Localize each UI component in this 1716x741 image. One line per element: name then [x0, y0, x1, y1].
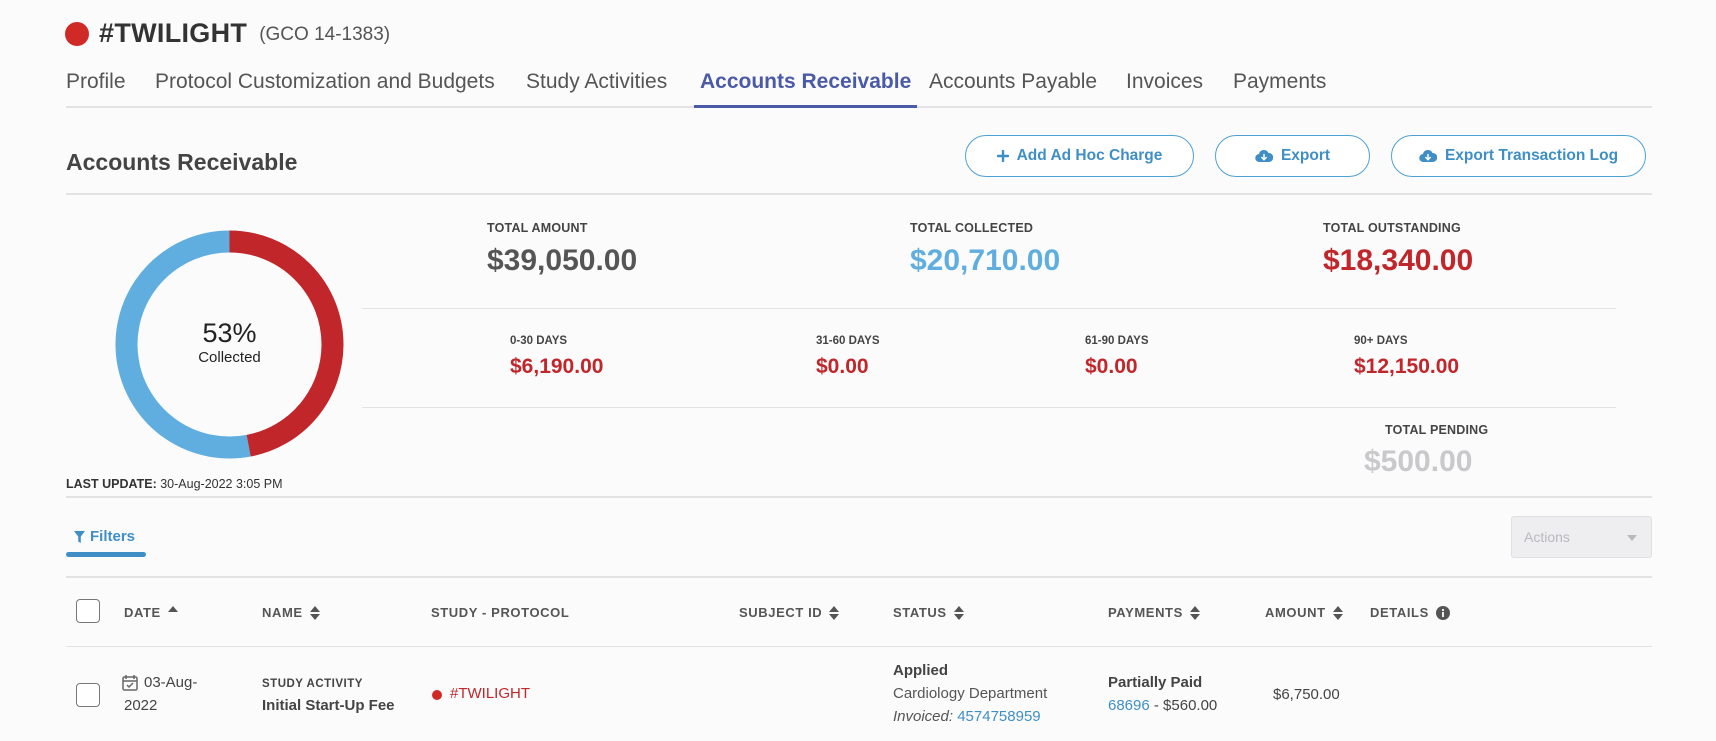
sort-ascending-icon: [167, 605, 178, 614]
total-outstanding-label: TOTAL OUTSTANDING: [1323, 221, 1461, 235]
column-header-status-label: STATUS: [893, 605, 947, 620]
column-header-details-label: DETAILS: [1370, 605, 1429, 620]
aging-31-60-value: $0.00: [816, 355, 869, 378]
info-icon[interactable]: [1435, 605, 1450, 620]
tab-accounts-receivable[interactable]: Accounts Receivable: [694, 70, 918, 108]
stats-divider-2: [362, 407, 1616, 408]
last-update-label: LAST UPDATE:: [66, 477, 157, 491]
row-status: Applied: [893, 662, 948, 679]
chevron-down-icon: [1627, 535, 1637, 541]
cloud-download-icon: [1419, 149, 1437, 163]
filters-label: Filters: [90, 528, 136, 545]
total-amount-label: TOTAL AMOUNT: [487, 221, 588, 235]
filters-toggle[interactable]: Filters: [74, 528, 135, 545]
row-date-line2: 2022: [124, 697, 158, 714]
row-type: STUDY ACTIVITY: [262, 678, 363, 690]
export-label: Export: [1280, 147, 1331, 164]
study-status-dot: [65, 21, 89, 46]
total-pending-label: TOTAL PENDING: [1385, 423, 1489, 437]
actions-dropdown[interactable]: Actions: [1511, 516, 1652, 558]
row-amount: $6,750.00: [1273, 686, 1340, 703]
add-ad-hoc-charge-label: Add Ad Hoc Charge: [1016, 147, 1163, 164]
collected-percent: 53%: [202, 318, 257, 348]
toolbar-divider: [66, 576, 1652, 578]
export-button[interactable]: Export: [1215, 135, 1370, 177]
aging-90-plus-value: $12,150.00: [1354, 355, 1460, 378]
tab-study-activities[interactable]: Study Activities: [526, 70, 667, 108]
add-ad-hoc-charge-button[interactable]: Add Ad Hoc Charge: [965, 135, 1194, 177]
row-invoice-link[interactable]: 4574758959: [957, 708, 1040, 725]
row-invoiced-label: Invoiced:: [893, 708, 954, 725]
row-payment-status: Partially Paid: [1108, 674, 1203, 691]
row-study-dot: [432, 690, 442, 700]
tab-accounts-payable[interactable]: Accounts Payable: [929, 70, 1097, 108]
sort-icon: [309, 605, 320, 620]
calendar-check-icon: [122, 674, 138, 696]
sort-icon: [829, 605, 840, 620]
study-code: (GCO 14-1383): [259, 24, 391, 45]
tab-invoices[interactable]: Invoices: [1126, 70, 1203, 108]
column-header-status[interactable]: STATUS: [893, 605, 964, 620]
row-checkbox[interactable]: [76, 683, 100, 707]
stats-divider-1: [362, 308, 1616, 309]
aging-0-30-value: $6,190.00: [510, 355, 604, 378]
total-amount-value: $39,050.00: [487, 244, 638, 277]
summary-divider: [66, 496, 1652, 498]
aging-31-60-label: 31-60 DAYS: [816, 335, 880, 347]
row-payment-link[interactable]: 68696: [1108, 697, 1150, 714]
filter-icon: [74, 530, 85, 543]
last-update-value: 30-Aug-2022 3:05 PM: [160, 477, 283, 491]
column-header-date-label: DATE: [124, 605, 161, 620]
total-pending-value: $500.00: [1364, 445, 1473, 478]
study-name: #TWILIGHT: [99, 18, 248, 48]
column-header-study-protocol: STUDY - PROTOCOL: [431, 605, 569, 620]
actions-label: Actions: [1524, 529, 1570, 545]
row-department: Cardiology Department: [893, 685, 1048, 702]
aging-90-plus-label: 90+ DAYS: [1354, 335, 1408, 347]
column-header-details: DETAILS: [1370, 605, 1450, 620]
column-header-date[interactable]: DATE: [124, 605, 178, 620]
sort-icon: [953, 605, 964, 620]
column-header-amount[interactable]: AMOUNT: [1265, 605, 1343, 620]
aging-0-30-label: 0-30 DAYS: [510, 335, 568, 347]
column-header-subject-id[interactable]: SUBJECT ID: [739, 605, 840, 620]
column-header-name-label: NAME: [262, 605, 303, 620]
tab-protocol-customization[interactable]: Protocol Customization and Budgets: [155, 70, 495, 108]
page: #TWILIGHT (GCO 14-1383) Profile Protocol…: [0, 0, 1716, 741]
collected-label: Collected: [198, 349, 261, 366]
tab-bar: Profile Protocol Customization and Budge…: [66, 66, 1652, 108]
row-payment: 68696 - $560.00: [1108, 697, 1217, 714]
column-header-study-protocol-label: STUDY - PROTOCOL: [431, 605, 570, 620]
cloud-download-icon: [1255, 149, 1273, 163]
column-header-name[interactable]: NAME: [262, 605, 320, 620]
total-collected-value: $20,710.00: [910, 244, 1061, 277]
total-outstanding-value: $18,340.00: [1323, 244, 1474, 277]
row-invoiced: Invoiced: 4574758959: [893, 708, 1041, 725]
select-all-checkbox[interactable]: [76, 599, 100, 623]
sort-icon: [1189, 605, 1200, 620]
tab-profile[interactable]: Profile: [66, 70, 126, 108]
export-transaction-log-button[interactable]: Export Transaction Log: [1391, 135, 1646, 177]
column-header-amount-label: AMOUNT: [1265, 605, 1326, 620]
tab-payments[interactable]: Payments: [1233, 70, 1326, 108]
column-header-payments-label: PAYMENTS: [1108, 605, 1183, 620]
last-update: LAST UPDATE: 30-Aug-2022 3:05 PM: [66, 477, 283, 491]
column-header-subject-id-label: SUBJECT ID: [739, 605, 823, 620]
section-divider: [66, 193, 1652, 195]
column-header-payments[interactable]: PAYMENTS: [1108, 605, 1200, 620]
filters-active-indicator: [66, 552, 146, 557]
aging-61-90-label: 61-90 DAYS: [1085, 335, 1149, 347]
export-transaction-log-label: Export Transaction Log: [1444, 147, 1619, 164]
row-date-line1: 03-Aug-: [144, 674, 198, 691]
study-header: #TWILIGHT (GCO 14-1383): [65, 18, 390, 49]
row-payment-amount: - $560.00: [1153, 697, 1218, 714]
plus-icon: [996, 150, 1009, 162]
table-header-divider: [66, 646, 1652, 647]
row-study-link[interactable]: #TWILIGHT: [450, 685, 530, 702]
section-title: Accounts Receivable: [66, 149, 298, 175]
aging-61-90-value: $0.00: [1085, 355, 1138, 378]
sort-icon: [1332, 605, 1343, 620]
row-name: Initial Start-Up Fee: [262, 697, 395, 714]
total-collected-label: TOTAL COLLECTED: [910, 221, 1034, 235]
